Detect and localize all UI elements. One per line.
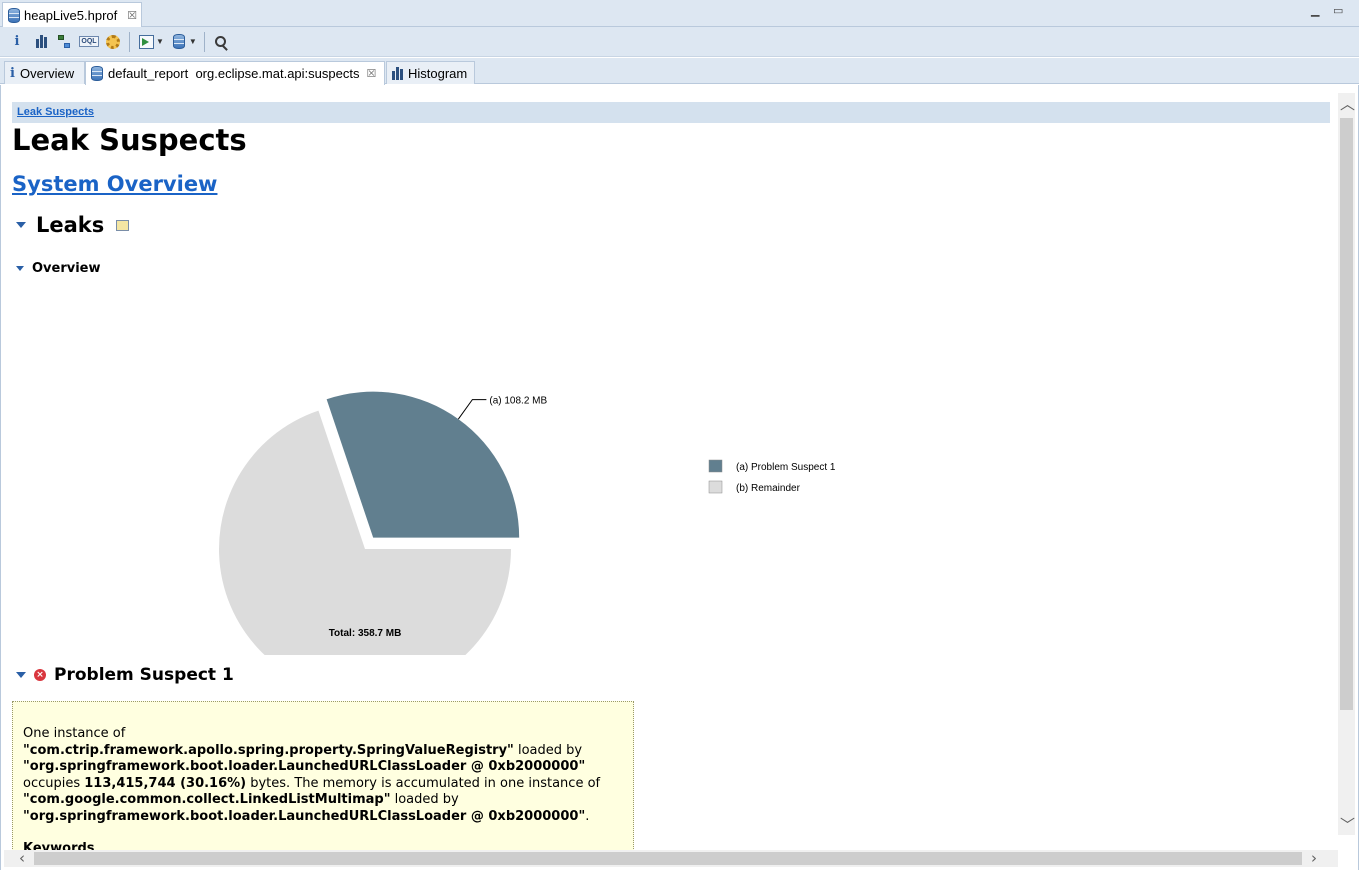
legend-entry: (a) Problem Suspect 1 — [736, 462, 836, 473]
accumulation-loaded-by: loaded by — [390, 792, 459, 807]
period: . — [585, 808, 590, 824]
collapse-triangle-icon[interactable] — [16, 266, 24, 271]
scroll-right-icon[interactable]: › — [1311, 851, 1317, 866]
query-browser-button[interactable] — [168, 31, 190, 53]
oql-button[interactable]: OQL — [78, 31, 100, 53]
breadcrumb-link[interactable]: Leak Suspects — [17, 106, 94, 118]
tab-overview[interactable]: i Overview — [4, 61, 85, 84]
report-view: Leak Suspects Leak Suspects System Overv… — [4, 85, 1338, 850]
chevron-down-icon[interactable]: ▼ — [156, 37, 164, 46]
suspect-class-name: "com.ctrip.framework.apollo.spring.prope… — [23, 742, 514, 758]
scroll-up-icon[interactable]: ︿ — [1340, 97, 1355, 112]
gear-icon — [106, 34, 120, 49]
details-icon[interactable] — [116, 219, 130, 231]
horizontal-scroll-thumb[interactable] — [34, 852, 1302, 865]
info-button[interactable]: i — [6, 31, 28, 53]
info-icon: i — [14, 34, 20, 49]
oql-icon: OQL — [79, 36, 99, 47]
run-report-icon — [138, 34, 154, 49]
inner-tab-bar: i Overview default_report org.eclipse.ma… — [0, 58, 1359, 85]
tab-label: Histogram — [408, 65, 468, 81]
heap-dump-icon — [8, 7, 20, 23]
problem-suspect-header[interactable]: × Problem Suspect 1 — [16, 665, 234, 685]
dominator-tree-icon — [58, 34, 72, 49]
info-icon: i — [10, 65, 15, 81]
suspect-occupies: occupies — [23, 775, 85, 791]
histogram-icon — [392, 66, 403, 80]
system-overview-link[interactable]: System Overview — [12, 172, 217, 196]
suspect-intro: One instance of — [23, 726, 126, 741]
editor-tab-heap-file[interactable]: heapLive5.hprof ☒ — [2, 2, 142, 27]
query-browser-icon — [172, 34, 185, 49]
overview-section-header[interactable]: Overview — [16, 261, 101, 276]
histogram-button[interactable] — [30, 31, 52, 53]
accumulation-classloader: "org.springframework.boot.loader.Launche… — [23, 808, 586, 824]
editor-tab-bar: heapLive5.hprof ☒ ▁ ▭ — [0, 0, 1359, 27]
toolbar: i OQL ▼ ▼ — [0, 27, 1359, 57]
problem-suspect-description: One instance of "com.ctrip.framework.apo… — [12, 701, 634, 850]
overview-heading: Overview — [32, 261, 101, 276]
editor-tab-label: heapLive5.hprof — [24, 7, 118, 23]
suspect-loaded-by: loaded by — [513, 742, 583, 758]
close-icon[interactable]: ☒ — [366, 67, 376, 80]
chevron-down-icon[interactable]: ▼ — [189, 37, 197, 46]
suspect-bytes: 113,415,744 (30.16%) — [84, 775, 247, 791]
scroll-down-icon[interactable]: ﹀ — [1340, 818, 1355, 833]
tab-default-report[interactable]: default_report org.eclipse.mat.api:suspe… — [85, 61, 385, 85]
histogram-icon — [35, 35, 47, 48]
search-icon — [215, 36, 227, 47]
accumulation-class-name: "com.google.common.collect.LinkedListMul… — [23, 792, 391, 807]
find-object-button[interactable] — [210, 31, 232, 53]
pie-total-label: Total: 358.7 MB — [329, 628, 402, 639]
suspect-accumulated: bytes. The memory is accumulated in one … — [246, 775, 601, 791]
keywords-heading: Keywords — [23, 841, 95, 850]
maximize-icon[interactable]: ▭ — [1333, 4, 1343, 17]
close-icon[interactable]: ☒ — [127, 9, 137, 22]
legend-swatch — [708, 480, 723, 494]
pie-leader-line — [457, 399, 487, 420]
dominator-tree-button[interactable] — [54, 31, 76, 53]
thread-overview-button[interactable] — [102, 31, 124, 53]
page-title: Leak Suspects — [12, 123, 247, 157]
minimize-icon[interactable]: ▁ — [1311, 4, 1319, 17]
leaks-section-header[interactable]: Leaks — [16, 213, 130, 237]
report-icon — [91, 66, 103, 81]
leak-suspects-pie-chart: (a) 108.2 MB(b) 250.5 MB Total: 358.7 MB… — [219, 391, 836, 655]
collapse-triangle-icon[interactable] — [16, 672, 26, 678]
legend-entry: (b) Remainder — [736, 483, 801, 494]
scroll-left-icon[interactable]: ‹ — [19, 851, 25, 866]
error-icon: × — [34, 669, 46, 681]
tab-histogram[interactable]: Histogram — [386, 61, 475, 84]
tab-label: Overview — [19, 65, 75, 81]
pie-slice-problem-suspect-1 — [326, 391, 520, 538]
vertical-scroll-thumb[interactable] — [1340, 118, 1353, 710]
toolbar-separator — [203, 31, 205, 52]
tab-label: default_report org.eclipse.mat.api:suspe… — [108, 66, 360, 81]
pie-data-label: (a) 108.2 MB — [489, 396, 547, 407]
legend-swatch — [708, 459, 723, 473]
suspect-classloader: "org.springframework.boot.loader.Launche… — [23, 759, 586, 774]
collapse-triangle-icon[interactable] — [16, 222, 26, 228]
leaks-heading: Leaks — [36, 213, 105, 237]
breadcrumb: Leak Suspects — [12, 102, 1330, 123]
toolbar-separator — [129, 31, 130, 52]
run-report-button[interactable] — [135, 31, 157, 53]
problem-suspect-heading: Problem Suspect 1 — [54, 665, 234, 685]
